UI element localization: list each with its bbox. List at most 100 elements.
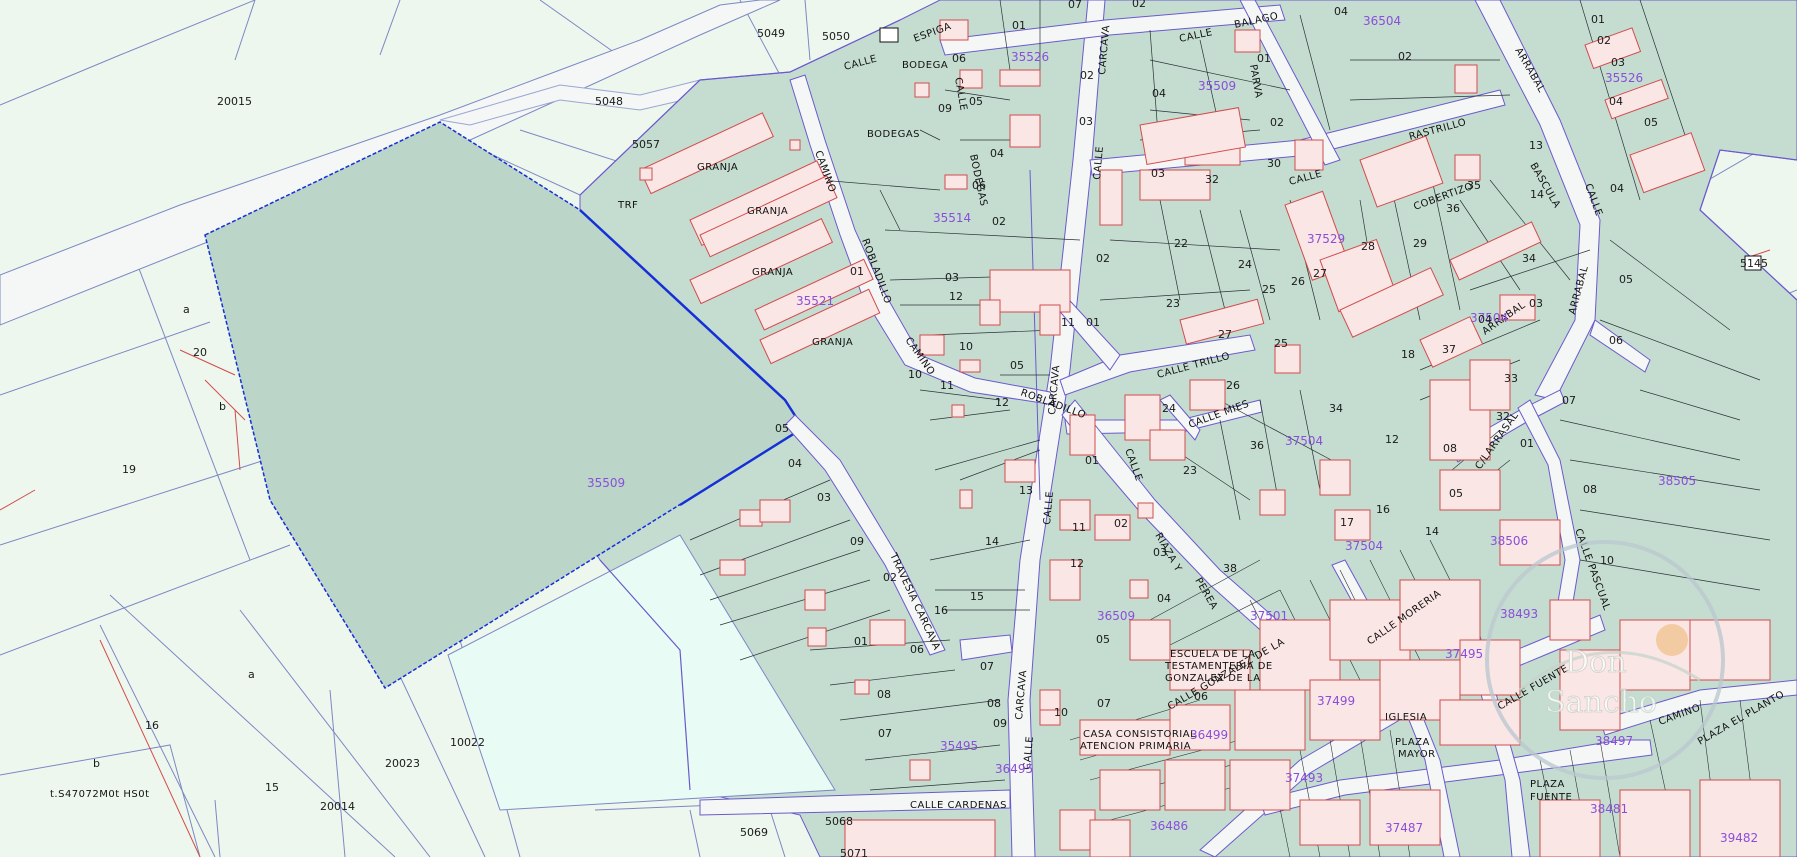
parcel-label-p07b: 07 [1562,394,1576,407]
cadastral-map[interactable]: CALLEBALAGOCALLEESPIGACALLEBODEGASCAMINO… [0,0,1797,857]
parcel-label-p11: 11 [940,379,954,392]
parcel-label-p05: 05 [775,422,789,435]
parcel-label-p04a: 04 [990,147,1004,160]
parcel-label-p5057: 5057 [632,138,660,151]
street-label-granja-3: GRANJA [752,267,793,278]
parcel-label-p03f: 03 [1529,297,1543,310]
street-label-plaza-fuente-2: FUENTE [1530,792,1572,803]
parcel-label-p02e: 02 [1270,116,1284,129]
parcel-label-p09a: 09 [938,102,952,115]
parcel-label-p15b: 15 [970,590,984,603]
parcel-label-p03b: 03 [945,271,959,284]
street-label-granja-4: GRANJA [812,337,853,348]
watermark-line1: Don [1565,645,1626,680]
parcel-label-p20023: 20023 [385,757,420,770]
block-label-b35509n: 35509 [1198,79,1236,93]
parcel-label-p10d: 10 [1054,706,1068,719]
parcel-label-p28: 28 [1361,240,1375,253]
block-label-b37529: 37529 [1307,232,1345,246]
parcel-label-pb1: b [219,400,226,413]
parcel-label-p23: 23 [1166,297,1180,310]
parcel-label-p01c: 01 [1012,19,1026,32]
parcel-label-p20014: 20014 [320,800,355,813]
block-label-b38493: 38493 [1500,607,1538,621]
parcel-label-p5049: 5049 [757,27,785,40]
parcel-label-p05c: 05 [1644,116,1658,129]
parcel-label-p12c: 12 [1385,433,1399,446]
block-label-b35495: 35495 [940,739,978,753]
parcel-label-p06b: 06 [972,179,986,192]
parcel-label-p02i: 02 [1114,517,1128,530]
parcel-label-p11b: 11 [1061,316,1075,329]
parcel-label-p01a: 01 [854,635,868,648]
parcel-label-p07c: 07 [1097,697,1111,710]
block-label-b36495: 36495 [995,762,1033,776]
street-label-plaza-mayor: PLAZA [1395,737,1430,748]
parcel-label-p02b: 02 [992,215,1006,228]
parcel-label-p32b: 32 [1496,410,1510,423]
street-label-bodega: BODEGA [902,60,948,71]
parcel-label-p01e: 01 [1591,13,1605,26]
parcel-label-p5071: 5071 [840,847,868,857]
parcel-label-p04e: 04 [1610,182,1624,195]
block-label-b38497: 38497 [1595,734,1633,748]
block-label-b35521: 35521 [796,294,834,308]
block-label-b37495: 37495 [1445,647,1483,661]
block-label-b37487: 37487 [1385,821,1423,835]
parcel-label-p5068: 5068 [825,815,853,828]
street-label-atencion-primaria: ATENCION PRIMARIA [1080,741,1191,752]
parcel-label-p32: 32 [1205,173,1219,186]
parcel-label-p02: 02 [883,571,897,584]
parcel-label-p04c: 04 [1334,5,1348,18]
parcel-label-p12a: 12 [995,396,1009,409]
block-label-b37504c: 37504 [1345,539,1383,553]
parcel-label-p26a: 26 [1291,275,1305,288]
parcel-label-p20015: 20015 [217,95,252,108]
watermark-line2: Sancho [1545,685,1657,720]
street-label-plaza-mayor-2: MAYOR [1398,749,1436,760]
block-label-b35526: 35526 [1011,50,1049,64]
street-label-iglesia: IGLESIA [1385,712,1427,723]
street-label-casa-consistorial: CASA CONSISTORIAL [1083,729,1196,740]
parcel-label-p01b: 01 [850,265,864,278]
parcel-label-p36: 36 [1446,202,1460,215]
parcel-label-p19: 19 [122,463,136,476]
parcel-label-p10b: 10 [959,340,973,353]
parcel-label-p07: 07 [878,727,892,740]
parcel-label-p18: 18 [1401,348,1415,361]
parcel-label-p06: 06 [910,643,924,656]
parcel-label-p37: 37 [1442,343,1456,356]
parcel-label-p36b: 36 [1250,439,1264,452]
block-label-b37501: 37501 [1250,609,1288,623]
parcel-label-p07a: 07 [1068,0,1082,11]
parcel-label-p05a: 05 [969,95,983,108]
parcel-label-p20: 20 [193,346,207,359]
parcel-label-p06c: 06 [1609,334,1623,347]
parcel-label-p25a: 25 [1262,283,1276,296]
parcel-label-p02f: 02 [1398,50,1412,63]
parcel-label-p11c: 11 [1072,521,1086,534]
parcel-label-p27b: 27 [1313,267,1327,280]
parcel-label-p33: 33 [1504,372,1518,385]
parcel-label-p38: 38 [1223,562,1237,575]
block-label-b36509: 36509 [1097,609,1135,623]
parcel-label-p08: 08 [877,688,891,701]
parcel-label-p02d: 02 [1132,0,1146,10]
parcel-label-p12d: 12 [1070,557,1084,570]
parcel-label-p01g: 01 [1085,454,1099,467]
parcel-label-p13a: 13 [1529,139,1543,152]
parcel-label-p5069: 5069 [740,826,768,839]
selected-parcel-label: 35509 [587,476,625,490]
street-label-granja-1: GRANJA [697,162,738,173]
block-label-b38505: 38505 [1658,474,1696,488]
block-label-b35514: 35514 [933,211,971,225]
parcel-label-p01f: 01 [1086,316,1100,329]
parcel-label-pa1: a [183,303,190,316]
parcel-label-p22: 22 [1174,237,1188,250]
parcel-label-p04f: 04 [1157,592,1171,605]
parcel-label-pb2: b [93,757,100,770]
parcel-label-p09: 09 [850,535,864,548]
parcel-label-p05d: 05 [1619,273,1633,286]
parcel-label-p14a: 14 [1530,188,1544,201]
street-label-ref-rural: t.S47072M0t HS0t [50,789,150,800]
